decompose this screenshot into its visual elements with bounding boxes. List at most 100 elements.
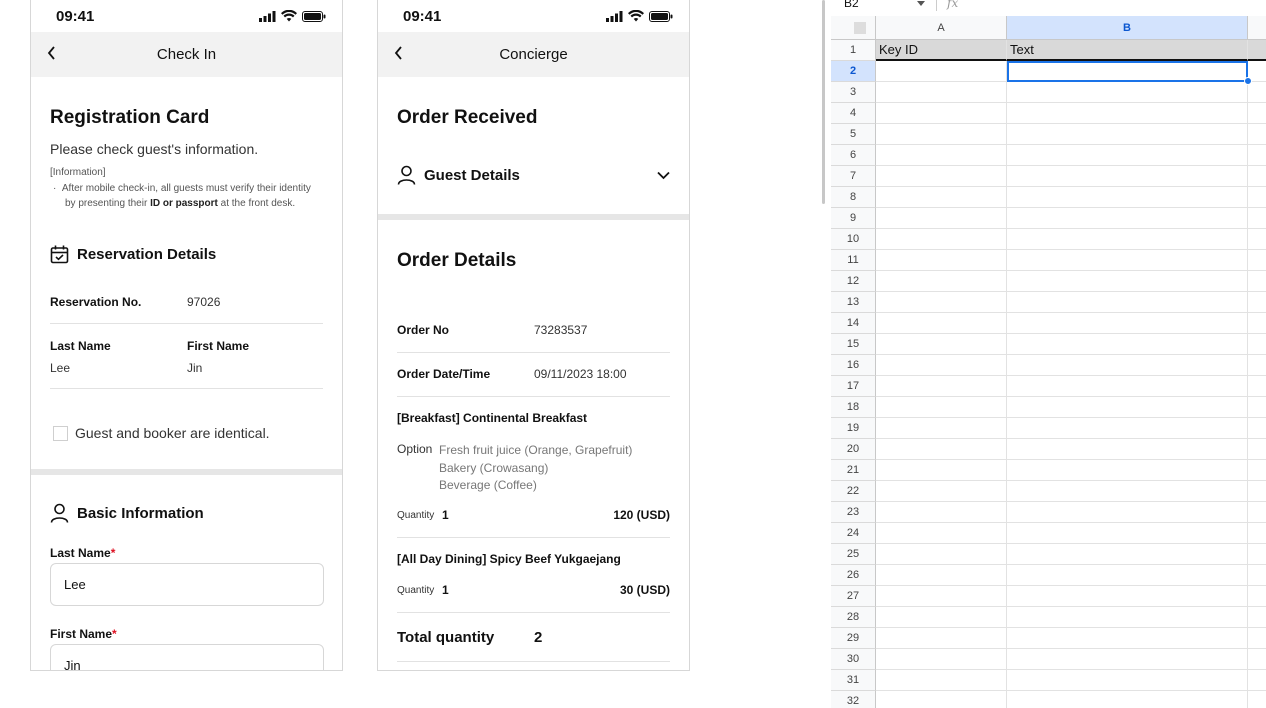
cell-b23[interactable]	[1007, 502, 1248, 523]
cell-c26[interactable]	[1248, 565, 1266, 586]
cell-a26[interactable]	[876, 565, 1007, 586]
cell-b6[interactable]	[1007, 145, 1248, 166]
cell-c6[interactable]	[1248, 145, 1266, 166]
cell-c27[interactable]	[1248, 586, 1266, 607]
identical-checkbox-row[interactable]: Guest and booker are identical.	[53, 425, 270, 441]
cell-b25[interactable]	[1007, 544, 1248, 565]
row-header[interactable]: 11	[831, 250, 876, 271]
cell-a19[interactable]	[876, 418, 1007, 439]
cell-b15[interactable]	[1007, 334, 1248, 355]
cell-a7[interactable]	[876, 166, 1007, 187]
row-header[interactable]: 21	[831, 460, 876, 481]
cell-a15[interactable]	[876, 334, 1007, 355]
cell-c19[interactable]	[1248, 418, 1266, 439]
row-header[interactable]: 27	[831, 586, 876, 607]
cell-b12[interactable]	[1007, 271, 1248, 292]
cell-a13[interactable]	[876, 292, 1007, 313]
cell-b5[interactable]	[1007, 124, 1248, 145]
row-header[interactable]: 28	[831, 607, 876, 628]
dropdown-caret-icon[interactable]	[917, 1, 925, 6]
row-header[interactable]: 30	[831, 649, 876, 670]
column-header-a[interactable]: A	[876, 16, 1007, 40]
cell-b3[interactable]	[1007, 82, 1248, 103]
cell-a27[interactable]	[876, 586, 1007, 607]
cell-a11[interactable]	[876, 250, 1007, 271]
row-header[interactable]: 26	[831, 565, 876, 586]
cell-c4[interactable]	[1248, 103, 1266, 124]
cell-a30[interactable]	[876, 649, 1007, 670]
cell-b14[interactable]	[1007, 313, 1248, 334]
cell-c13[interactable]	[1248, 292, 1266, 313]
row-header[interactable]: 24	[831, 523, 876, 544]
row-header[interactable]: 14	[831, 313, 876, 334]
cell-b1[interactable]: Text	[1007, 40, 1248, 61]
selected-cell-b2[interactable]	[1007, 61, 1248, 82]
row-header[interactable]: 1	[831, 40, 876, 61]
cell-c24[interactable]	[1248, 523, 1266, 544]
row-header[interactable]: 7	[831, 166, 876, 187]
row-header[interactable]: 32	[831, 691, 876, 708]
cell-a10[interactable]	[876, 229, 1007, 250]
column-header-b[interactable]: B	[1007, 16, 1248, 40]
cell-a14[interactable]	[876, 313, 1007, 334]
cell-c9[interactable]	[1248, 208, 1266, 229]
cell-b7[interactable]	[1007, 166, 1248, 187]
scrollbar[interactable]	[822, 0, 825, 204]
cell-c10[interactable]	[1248, 229, 1266, 250]
first-name-input[interactable]: Jin	[50, 644, 324, 670]
cell-b13[interactable]	[1007, 292, 1248, 313]
row-header[interactable]: 20	[831, 439, 876, 460]
row-header[interactable]: 18	[831, 397, 876, 418]
cell-a5[interactable]	[876, 124, 1007, 145]
cell-b32[interactable]	[1007, 691, 1248, 708]
row-header[interactable]: 23	[831, 502, 876, 523]
cell-c1[interactable]	[1248, 40, 1266, 61]
row-header[interactable]: 9	[831, 208, 876, 229]
back-button[interactable]	[47, 46, 57, 64]
cell-b27[interactable]	[1007, 586, 1248, 607]
cell-b4[interactable]	[1007, 103, 1248, 124]
cell-c12[interactable]	[1248, 271, 1266, 292]
cell-a32[interactable]	[876, 691, 1007, 708]
cell-b18[interactable]	[1007, 397, 1248, 418]
cell-a8[interactable]	[876, 187, 1007, 208]
cell-a21[interactable]	[876, 460, 1007, 481]
cell-a25[interactable]	[876, 544, 1007, 565]
row-header[interactable]: 5	[831, 124, 876, 145]
cell-c32[interactable]	[1248, 691, 1266, 708]
row-header[interactable]: 10	[831, 229, 876, 250]
row-header[interactable]: 22	[831, 481, 876, 502]
cell-a24[interactable]	[876, 523, 1007, 544]
cell-b19[interactable]	[1007, 418, 1248, 439]
cell-b29[interactable]	[1007, 628, 1248, 649]
cell-a16[interactable]	[876, 355, 1007, 376]
row-header[interactable]: 25	[831, 544, 876, 565]
cell-b22[interactable]	[1007, 481, 1248, 502]
cell-a28[interactable]	[876, 607, 1007, 628]
fill-handle[interactable]	[1244, 77, 1252, 85]
cell-a1[interactable]: Key ID	[876, 40, 1007, 61]
cell-b10[interactable]	[1007, 229, 1248, 250]
cell-c21[interactable]	[1248, 460, 1266, 481]
row-header[interactable]: 6	[831, 145, 876, 166]
cell-c8[interactable]	[1248, 187, 1266, 208]
cell-c11[interactable]	[1248, 250, 1266, 271]
row-header[interactable]: 19	[831, 418, 876, 439]
cell-c25[interactable]	[1248, 544, 1266, 565]
cell-c16[interactable]	[1248, 355, 1266, 376]
row-header[interactable]: 31	[831, 670, 876, 691]
cell-b26[interactable]	[1007, 565, 1248, 586]
cell-a9[interactable]	[876, 208, 1007, 229]
row-header[interactable]: 3	[831, 82, 876, 103]
cell-b11[interactable]	[1007, 250, 1248, 271]
cell-a2[interactable]	[876, 61, 1007, 82]
cell-c15[interactable]	[1248, 334, 1266, 355]
back-button[interactable]	[394, 46, 404, 64]
name-box[interactable]: B2	[844, 0, 859, 10]
cell-b31[interactable]	[1007, 670, 1248, 691]
cell-c3[interactable]	[1248, 82, 1266, 103]
cell-b17[interactable]	[1007, 376, 1248, 397]
cell-a31[interactable]	[876, 670, 1007, 691]
cell-a17[interactable]	[876, 376, 1007, 397]
cell-a18[interactable]	[876, 397, 1007, 418]
